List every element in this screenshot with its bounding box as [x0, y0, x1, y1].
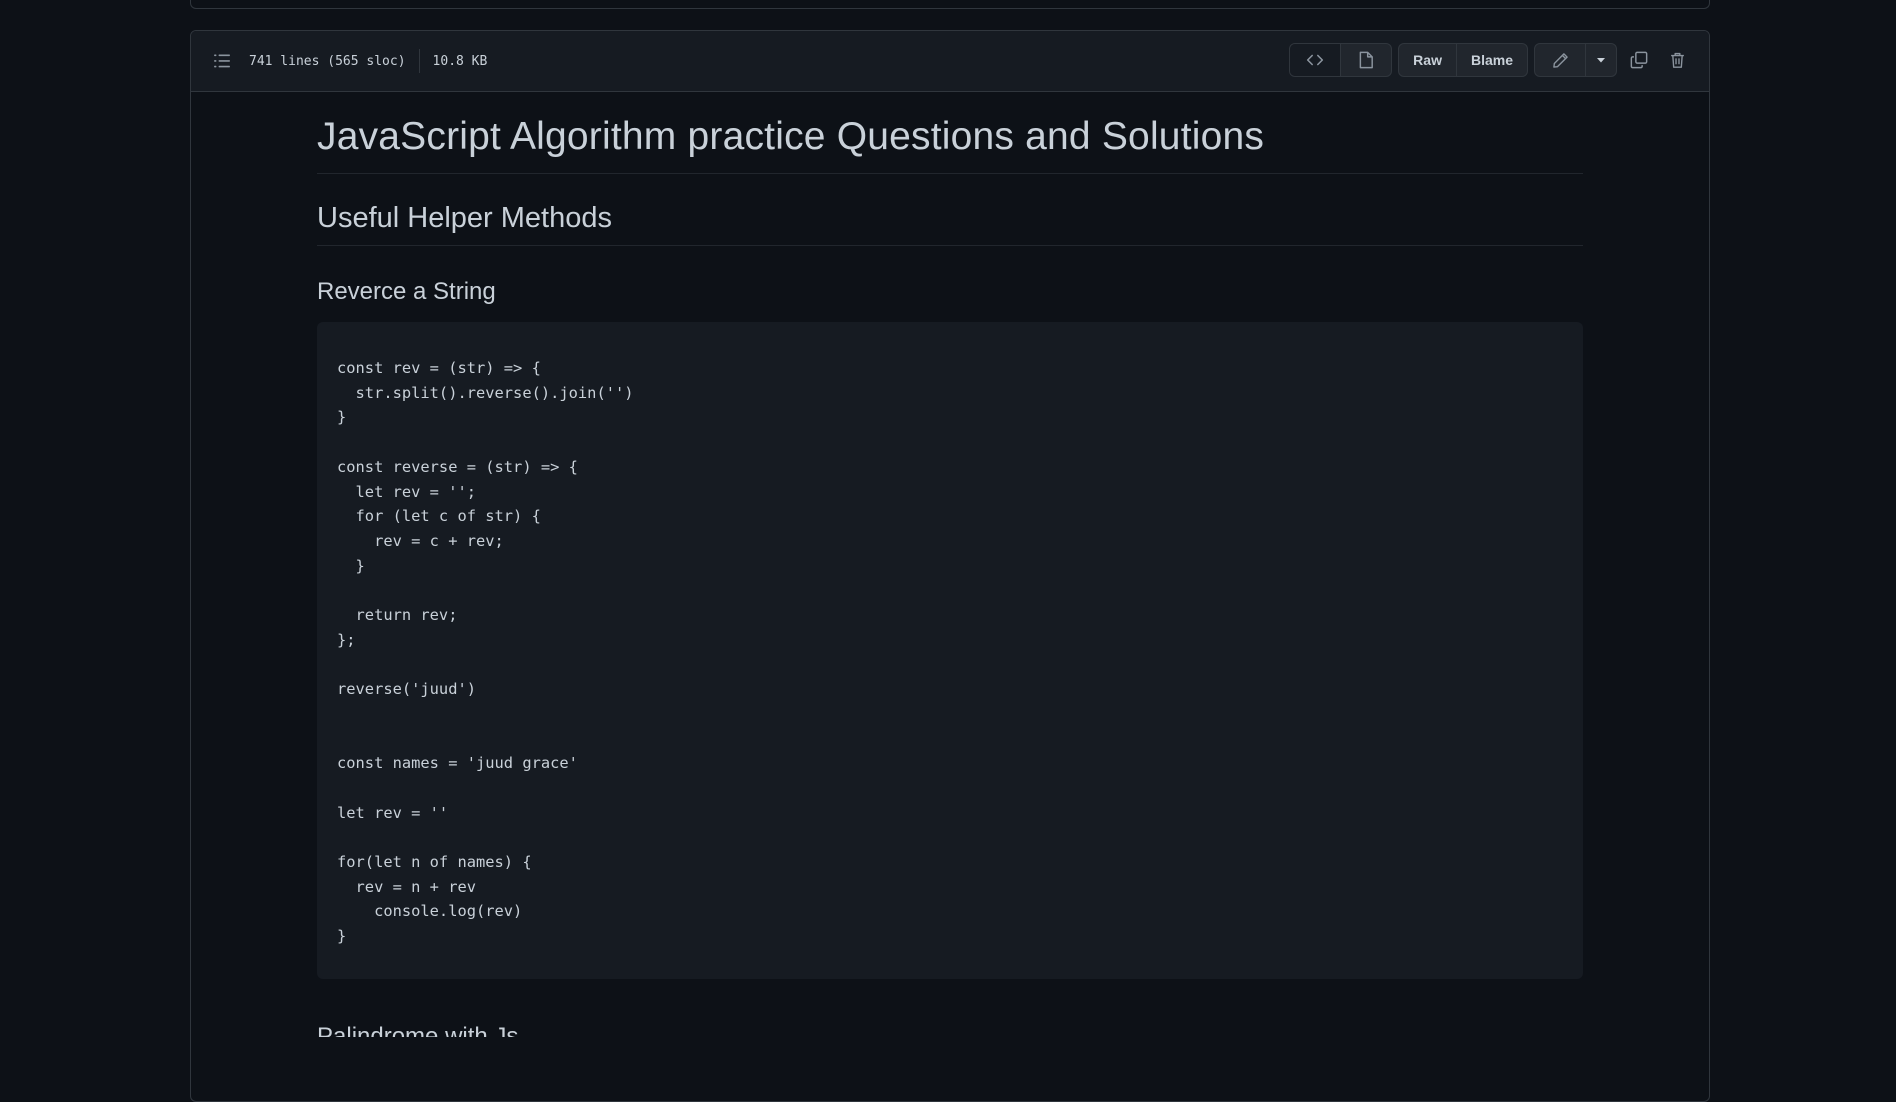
raw-button[interactable]: Raw — [1399, 44, 1457, 76]
code-view-button[interactable] — [1290, 44, 1342, 76]
pencil-icon — [1552, 52, 1568, 68]
file-viewer: 741 lines (565 sloc) 10.8 KB Raw Blame J… — [190, 30, 1710, 1102]
table-of-contents-button[interactable] — [209, 48, 235, 74]
previous-section-box — [190, 0, 1710, 9]
divider — [418, 49, 420, 73]
line-count: 741 lines (565 sloc) — [249, 53, 406, 69]
file-info: 741 lines (565 sloc) 10.8 KB — [249, 49, 487, 73]
edit-group — [1534, 43, 1617, 77]
copy-icon — [1630, 51, 1648, 69]
blame-button[interactable]: Blame — [1457, 44, 1527, 76]
markdown-body: JavaScript Algorithm practice Questions … — [317, 115, 1583, 1037]
delete-button[interactable] — [1661, 44, 1693, 76]
code-icon — [1307, 54, 1324, 66]
file-icon — [1359, 51, 1374, 69]
file-size: 10.8 KB — [432, 53, 488, 69]
next-section-heading: Palindrome with Js — [317, 1023, 519, 1037]
file-actions: Raw Blame — [1289, 43, 1693, 77]
view-toggle — [1289, 43, 1393, 77]
edit-options-dropdown[interactable] — [1586, 44, 1616, 76]
raw-blame-group: Raw Blame — [1398, 43, 1528, 77]
page-title: JavaScript Algorithm practice Questions … — [317, 115, 1583, 174]
trash-icon — [1670, 52, 1684, 68]
section-heading: Useful Helper Methods — [317, 202, 1583, 246]
triangle-down-icon — [1597, 58, 1605, 63]
copy-button[interactable] — [1623, 44, 1655, 76]
subsection-heading: Reverce a String — [317, 278, 496, 305]
file-header: 741 lines (565 sloc) 10.8 KB Raw Blame — [191, 31, 1709, 92]
list-unordered-icon — [214, 54, 230, 68]
preview-button[interactable] — [1341, 44, 1391, 76]
code-block: const rev = (str) => { str.split().rever… — [317, 322, 1583, 979]
edit-button[interactable] — [1535, 44, 1586, 76]
